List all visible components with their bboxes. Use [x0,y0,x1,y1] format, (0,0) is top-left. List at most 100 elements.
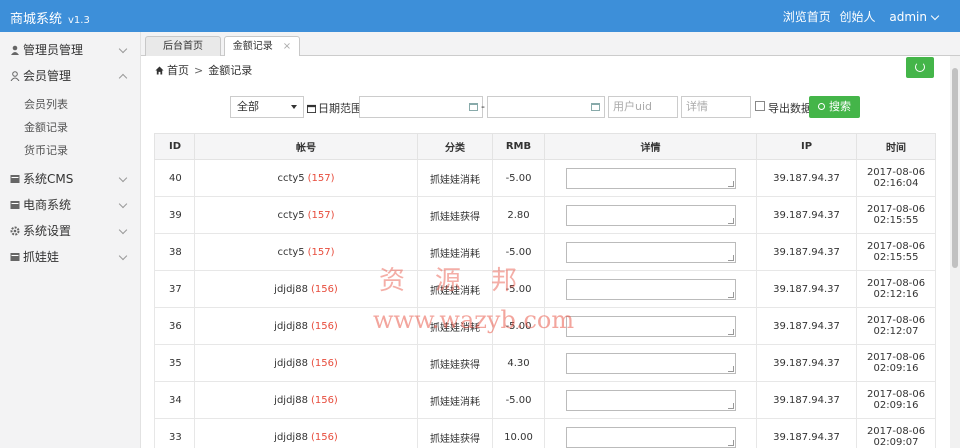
cms-icon [10,175,20,183]
export-label[interactable]: 导出数据 [768,100,812,116]
column-header-time[interactable]: 时间 [856,133,936,160]
cell-rmb: -5.00 [492,307,545,345]
cell-rmb: -5.00 [492,270,545,308]
account-uid[interactable]: (157) [308,210,335,221]
account-name: jdjdj88 [274,320,308,332]
sidebar-subitem-currency-records[interactable]: 货币记录 [0,139,140,162]
detail-textarea[interactable] [565,315,736,337]
account-uid[interactable]: (157) [308,173,335,184]
tab-label: 金额记录 [232,41,273,52]
cell-account: ccty5 (157) [194,233,418,271]
account-uid[interactable]: (157) [308,247,335,258]
doll-icon [10,253,20,261]
detail-textarea[interactable] [565,352,736,374]
column-header-id[interactable]: ID [154,133,195,160]
date-end-input[interactable] [487,96,605,118]
sidebar-item-doll[interactable]: 抓娃娃 [0,244,140,270]
cell-ip: 39.187.94.37 [756,159,857,197]
refresh-button[interactable] [906,57,934,78]
chevron-down-icon [118,251,128,261]
sidebar-item-settings[interactable]: 系统设置 [0,218,140,244]
column-header-account[interactable]: 帐号 [194,133,418,160]
cell-account: ccty5 (157) [194,196,418,234]
detail-textarea[interactable] [565,278,736,300]
account-uid[interactable]: (156) [311,432,338,443]
table-row: 38 ccty5 (157) 抓娃娃消耗 -5.00 39.187.94.37 2… [154,233,936,271]
cell-time: 2017-08-06 02:09:07 [856,418,936,448]
search-button[interactable]: 搜索 [809,96,860,118]
chevron-down-icon [118,173,128,183]
account-uid[interactable]: (156) [311,321,338,332]
cell-id: 38 [154,233,195,271]
cell-id: 35 [154,344,195,382]
detail-textarea[interactable] [565,241,736,263]
calendar-icon [469,103,478,111]
cell-detail [544,418,757,448]
column-header-detail[interactable]: 详情 [544,133,757,160]
search-icon [818,103,825,110]
detail-input[interactable]: 详情 [681,96,751,118]
detail-textarea[interactable] [565,389,736,411]
sidebar-item-label: 系统设置 [23,224,72,238]
category-select[interactable]: 全部 [230,96,304,118]
close-icon[interactable]: × [283,41,291,52]
sidebar-item-members[interactable]: 会员管理 [0,63,140,89]
detail-textarea[interactable] [565,167,736,189]
vertical-scrollbar[interactable] [950,56,960,448]
cell-time: 2017-08-06 02:12:16 [856,270,936,308]
column-header-ip[interactable]: IP [756,133,857,160]
detail-textarea[interactable] [565,426,736,448]
refresh-icon [915,62,925,72]
cell-detail [544,196,757,234]
sidebar-item-cms[interactable]: 系统CMS [0,166,140,192]
resize-grip-icon[interactable] [727,402,734,409]
cell-category: 抓娃娃消耗 [417,233,493,271]
column-header-rmb[interactable]: RMB [492,133,545,160]
tab-amount-records[interactable]: 金额记录 × [224,36,300,57]
table-row: 36 jdjdj88 (156) 抓娃娃消耗 -5.00 39.187.94.37… [154,307,936,345]
sidebar-subitem-amount-records[interactable]: 金额记录 [0,116,140,139]
records-table: ID 帐号 分类 RMB 详情 IP 时间 40 ccty5 (157) 抓娃娃消… [154,133,936,448]
sidebar-subitem-member-list[interactable]: 会员列表 [0,93,140,116]
cell-category: 抓娃娃消耗 [417,307,493,345]
account-uid[interactable]: (156) [311,284,338,295]
detail-placeholder: 详情 [686,100,708,113]
resize-grip-icon[interactable] [727,217,734,224]
resize-grip-icon[interactable] [727,180,734,187]
sidebar-item-admin[interactable]: 管理员管理 [0,37,140,63]
scrollbar-thumb[interactable] [952,68,958,268]
uid-input[interactable]: 用户uid [608,96,678,118]
column-header-category[interactable]: 分类 [417,133,493,160]
account-uid[interactable]: (156) [311,395,338,406]
app-brand[interactable]: 商城系统 v1.3 [10,8,90,27]
chevron-down-icon [118,44,128,54]
cell-category: 抓娃娃消耗 [417,381,493,419]
breadcrumb-home[interactable]: 首页 [167,64,189,77]
cell-account: jdjdj88 (156) [194,307,418,345]
account-uid[interactable]: (156) [311,358,338,369]
cell-rmb: 2.80 [492,196,545,234]
cell-id: 34 [154,381,195,419]
founder-link[interactable]: 创始人 [840,10,876,24]
tab-label: 后台首页 [163,41,203,52]
cell-detail [544,307,757,345]
app-title: 商城系统 [10,12,63,27]
tab-home[interactable]: 后台首页 [145,36,221,56]
cell-account: ccty5 (157) [194,159,418,197]
top-links: 浏览首页 创始人 admin [778,8,940,25]
resize-grip-icon[interactable] [727,439,734,446]
user-menu[interactable]: admin [884,10,940,24]
resize-grip-icon[interactable] [727,291,734,298]
cell-ip: 39.187.94.37 [756,270,857,308]
resize-grip-icon[interactable] [727,254,734,261]
sidebar: 管理员管理 会员管理 会员列表 金额记录 货币记录 系统CMS 电商系统 系统设… [0,32,141,448]
resize-grip-icon[interactable] [727,328,734,335]
resize-grip-icon[interactable] [727,365,734,372]
date-start-input[interactable] [359,96,483,118]
export-checkbox[interactable] [755,101,765,111]
browse-home-link[interactable]: 浏览首页 [783,10,831,24]
sidebar-item-shop[interactable]: 电商系统 [0,192,140,218]
search-label: 搜索 [829,100,851,113]
cell-rmb: -5.00 [492,233,545,271]
detail-textarea[interactable] [565,204,736,226]
